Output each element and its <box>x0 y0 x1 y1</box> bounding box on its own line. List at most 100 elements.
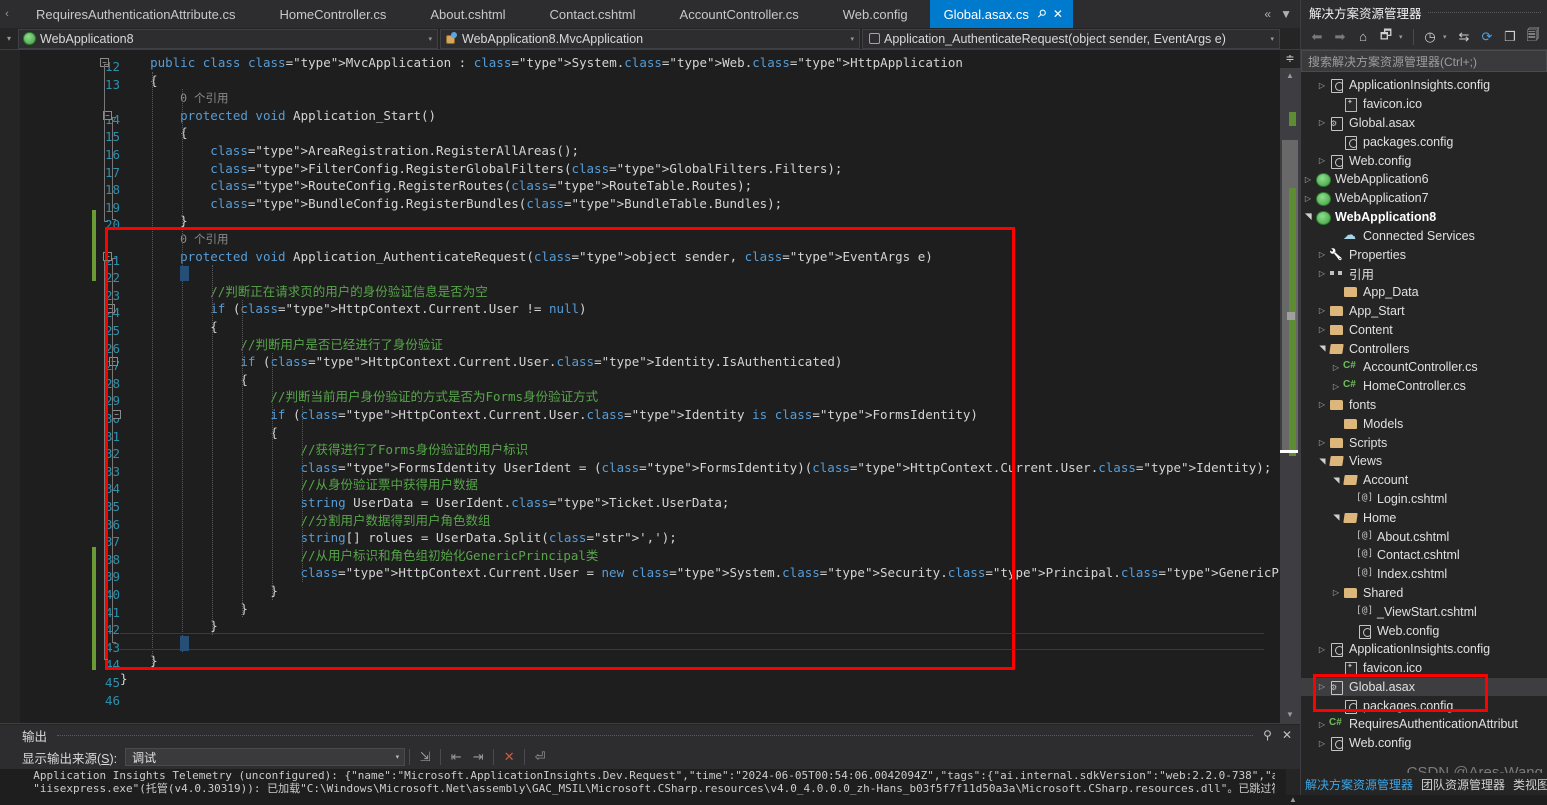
pin-icon[interactable]: ⚲ <box>1034 7 1048 21</box>
tree-item[interactable]: ◢ Home <box>1301 508 1547 527</box>
properties-icon[interactable]: 🗐 <box>1523 27 1543 47</box>
expand-arrow-closed-icon[interactable]: ▷ <box>1301 194 1315 203</box>
tree-item[interactable]: favicon.ico <box>1301 95 1547 114</box>
close-icon[interactable]: ✕ <box>1282 728 1292 742</box>
tree-item[interactable]: ◢ Views <box>1301 452 1547 471</box>
tree-item[interactable]: Index.cshtml <box>1301 565 1547 584</box>
navbar-member-combo[interactable]: Application_AuthenticateRequest(object s… <box>862 28 1280 49</box>
expand-arrow-closed-icon[interactable]: ▷ <box>1315 269 1329 278</box>
tree-item[interactable]: ◢ Controllers <box>1301 339 1547 358</box>
home-icon[interactable]: ⌂ <box>1353 27 1373 47</box>
tree-item[interactable]: Models <box>1301 414 1547 433</box>
close-icon[interactable]: ✕ <box>1053 8 1063 20</box>
code-editor[interactable]: 1213141516171819202122232425262728293031… <box>0 50 1300 723</box>
navbar-project-combo[interactable]: WebApplication8 ▾ <box>18 28 438 49</box>
split-view-icon[interactable]: ≑ <box>1280 50 1300 68</box>
tree-item[interactable]: ▷ Scripts <box>1301 433 1547 452</box>
expand-arrow-open-icon[interactable]: ◢ <box>1304 210 1313 224</box>
expand-arrow-closed-icon[interactable]: ▷ <box>1315 325 1329 334</box>
code-line[interactable]: protected void Application_AuthenticateR… <box>120 248 1264 266</box>
code-line[interactable]: //判断用户是否已经进行了身份验证 <box>120 336 1264 354</box>
expand-arrow-closed-icon[interactable]: ▷ <box>1315 81 1329 90</box>
code-line[interactable]: //判断正在请求页的用户的身份验证信息是否为空 <box>120 283 1264 301</box>
expand-arrow-closed-icon[interactable]: ▷ <box>1315 156 1329 165</box>
expand-arrow-open-icon[interactable]: ◢ <box>1332 473 1341 487</box>
tree-item[interactable]: Web.config <box>1301 621 1547 640</box>
code-line[interactable]: string[] rolues = UserData.Split(class="… <box>120 529 1264 547</box>
expand-arrow-closed-icon[interactable]: ▷ <box>1329 382 1343 391</box>
expand-arrow-closed-icon[interactable]: ▷ <box>1315 250 1329 259</box>
tab-about-cshtml[interactable]: About.cshtml <box>408 0 528 28</box>
expand-arrow-closed-icon[interactable]: ▷ <box>1315 720 1329 729</box>
tree-item[interactable]: ◢ WebApplication8 <box>1301 208 1547 227</box>
clear-all-icon[interactable]: ✕ <box>498 747 520 767</box>
code-line[interactable]: if (class="type">HttpContext.Current.Use… <box>120 300 1264 318</box>
code-line[interactable]: //判断当前用户身份验证的方式是否为Forms身份验证方式 <box>120 388 1264 406</box>
chevron-down-icon[interactable]: ▾ <box>850 35 854 43</box>
solution-tree[interactable]: ▷ ApplicationInsights.config favicon.ico ▷ G… <box>1301 76 1547 769</box>
expand-arrow-closed-icon[interactable]: ▷ <box>1315 400 1329 409</box>
chevron-down-icon[interactable]: ▾ <box>428 35 432 43</box>
outlining-margin[interactable]: − − − − − − <box>100 50 121 723</box>
expand-arrow-open-icon[interactable]: ◢ <box>1332 511 1341 525</box>
scroll-up-icon[interactable]: ▲ <box>1280 68 1300 84</box>
tree-item[interactable]: packages.config <box>1301 696 1547 715</box>
expand-arrow-closed-icon[interactable]: ▷ <box>1315 118 1329 127</box>
tree-item[interactable]: ▷ Global.asax <box>1301 114 1547 133</box>
scroll-down-icon[interactable]: ▼ <box>1280 707 1300 723</box>
tree-item-selected[interactable]: ▷ Global.asax <box>1301 677 1547 697</box>
tree-item[interactable]: ▷ Web.config <box>1301 151 1547 170</box>
tab-web-config[interactable]: Web.config <box>820 0 930 28</box>
expand-arrow-closed-icon[interactable]: ▷ <box>1315 682 1329 691</box>
forward-icon[interactable]: ➡ <box>1330 27 1350 47</box>
tree-item[interactable]: ▷ ApplicationInsights.config <box>1301 76 1547 95</box>
code-line[interactable]: class="type">AreaRegistration.RegisterAl… <box>120 142 1264 160</box>
tab-list-dropdown-icon[interactable]: ▼ <box>1280 7 1292 21</box>
go-to-previous-icon[interactable]: ⇤ <box>445 747 467 767</box>
tab-contact-cshtml[interactable]: Contact.cshtml <box>527 0 658 28</box>
tree-item[interactable]: ▷ HomeController.cs <box>1301 377 1547 396</box>
code-line[interactable]: //从身份验证票中获得用户数据 <box>120 476 1264 494</box>
output-text-content[interactable]: Application Insights Telemetry (unconfig… <box>20 769 1275 795</box>
expand-arrow-closed-icon[interactable]: ▷ <box>1329 588 1343 597</box>
refresh-icon[interactable]: ⟳ <box>1477 27 1497 47</box>
tree-item[interactable]: ▷ 引用 <box>1301 264 1547 283</box>
code-line[interactable]: class="type">FilterConfig.RegisterGlobal… <box>120 160 1264 178</box>
show-all-files-icon[interactable]: ⇆ <box>1454 27 1474 47</box>
tree-item[interactable]: ▷ fonts <box>1301 396 1547 415</box>
tab-home-controller[interactable]: HomeController.cs <box>257 0 409 28</box>
expand-arrow-open-icon[interactable]: ◢ <box>1318 342 1327 356</box>
tree-item[interactable]: ▷ Web.config <box>1301 734 1547 753</box>
code-line[interactable]: if (class="type">HttpContext.Current.Use… <box>120 406 1264 424</box>
navbar-class-combo[interactable]: WebApplication8.MvcApplication ▾ <box>440 28 860 49</box>
pending-changes-filter-icon[interactable]: ◷ <box>1420 27 1440 47</box>
code-line[interactable]: } <box>120 600 1264 618</box>
sync-with-active-document-icon[interactable]: 🗗 <box>1376 27 1396 47</box>
expand-arrow-closed-icon[interactable]: ▷ <box>1315 438 1329 447</box>
code-line[interactable]: class="type">FormsIdentity UserIdent = (… <box>120 459 1271 477</box>
tab-global-asax-cs[interactable]: Global.asax.cs ⚲ ✕ <box>929 0 1073 28</box>
find-message-icon[interactable]: ⇲ <box>414 747 436 767</box>
code-line[interactable]: class="type">BundleConfig.RegisterBundle… <box>120 195 1264 213</box>
expand-arrow-closed-icon[interactable]: ▷ <box>1315 645 1329 654</box>
tree-item[interactable]: ▷ Properties <box>1301 245 1547 264</box>
output-source-combo[interactable]: 调试 ▾ <box>125 748 406 766</box>
tree-item[interactable]: Contact.cshtml <box>1301 546 1547 565</box>
code-line[interactable]: { <box>120 318 1264 336</box>
tree-item[interactable]: App_Data <box>1301 283 1547 302</box>
code-line[interactable]: //获得进行了Forms身份验证的用户标识 <box>120 441 1264 459</box>
code-line[interactable]: } <box>120 670 1264 688</box>
panel-drag-handle[interactable] <box>1427 11 1541 13</box>
expand-arrow-open-icon[interactable]: ◢ <box>1318 454 1327 468</box>
chevron-down-icon[interactable]: ▾ <box>396 753 400 761</box>
code-line[interactable]: class="type">RouteConfig.RegisterRoutes(… <box>120 177 1264 195</box>
tree-item[interactable]: _ViewStart.cshtml <box>1301 602 1547 621</box>
tree-item[interactable]: Connected Services <box>1301 226 1547 245</box>
code-line[interactable]: 0 个引用 <box>120 230 1264 248</box>
code-line[interactable]: } <box>120 212 1264 230</box>
output-vertical-scrollbar[interactable]: ▲ <box>1286 769 1300 804</box>
tree-item[interactable]: ▷ AccountController.cs <box>1301 358 1547 377</box>
tree-item[interactable]: Login.cshtml <box>1301 490 1547 509</box>
tree-item[interactable]: favicon.ico <box>1301 659 1547 678</box>
tab-account-controller[interactable]: AccountController.cs <box>657 0 821 28</box>
